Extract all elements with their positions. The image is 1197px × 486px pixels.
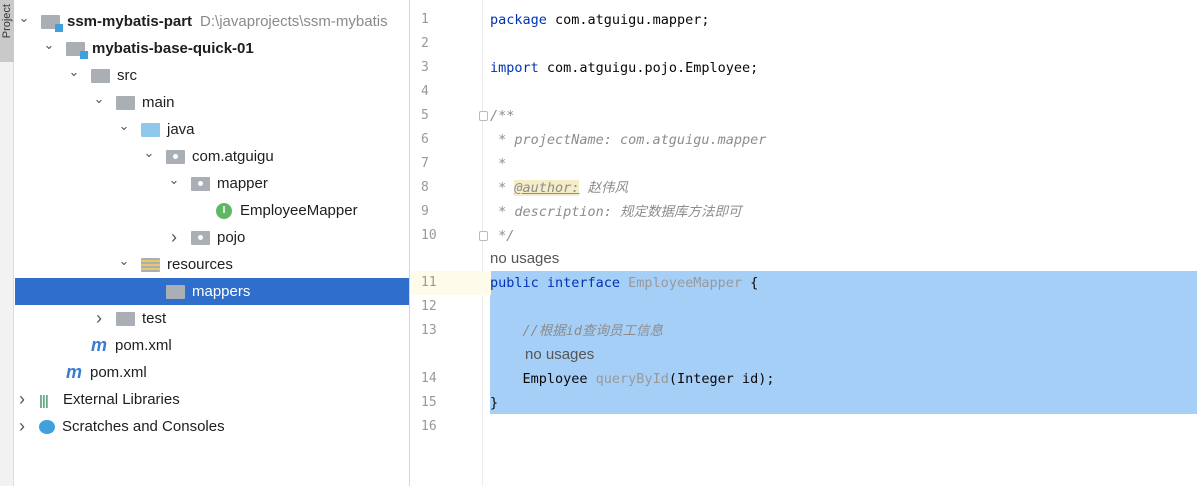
folder-icon (166, 284, 185, 299)
module-folder-icon (66, 41, 88, 59)
tree-item-label: mapper (217, 175, 268, 192)
scratches-icon (39, 419, 55, 434)
line-number: 11 (421, 275, 437, 290)
project-tree: ⌄ ssm-mybatis-part D:\javaprojects\ssm-myb… (15, 0, 410, 486)
code-line: /** (490, 108, 515, 124)
tree-item[interactable]: ⌄ src (15, 62, 409, 89)
line-number: 10 (421, 228, 437, 243)
tree-item-label: Scratches and Consoles (62, 418, 225, 435)
tree-item-label: src (117, 67, 137, 84)
chevron-down-icon[interactable]: ⌄ (167, 172, 181, 188)
resources-folder-icon (141, 257, 160, 272)
tree-item-label: External Libraries (63, 391, 180, 408)
tree-item-label: mybatis-base-quick-01 (92, 40, 254, 57)
chevron-down-icon[interactable]: ⌄ (17, 10, 31, 26)
code-line: Employee queryById(Integer id); (490, 371, 775, 387)
line-number: 14 (421, 371, 437, 386)
usages-hint[interactable]: no usages (490, 343, 1197, 367)
tree-item-label: mappers (192, 283, 251, 300)
tree-item[interactable]: m pom.xml (15, 332, 409, 359)
chevron-down-icon[interactable]: ⌄ (67, 64, 81, 80)
code-editor[interactable]: 1 2 3 4 5 6 7 8 9 10 11 12 13 14 15 16 package com.atgu… (411, 0, 1197, 486)
chevron-down-icon[interactable]: ⌄ (142, 145, 156, 161)
tree-item[interactable]: ⌄ main (15, 89, 409, 116)
line-number: 13 (421, 323, 437, 338)
tree-item[interactable]: › test (15, 305, 409, 332)
interface-icon: I (216, 202, 232, 219)
code-line: public interface EmployeeMapper { (490, 275, 759, 291)
source-folder-icon (141, 122, 160, 137)
tree-item-label: ssm-mybatis-part (67, 13, 193, 30)
code-line: * projectName: com.atguigu.mapper (490, 132, 767, 148)
package-icon (191, 176, 210, 191)
line-number: 9 (421, 204, 429, 219)
project-tool-tab[interactable]: Project (0, 0, 14, 62)
fold-icon[interactable] (479, 231, 488, 241)
package-icon (166, 149, 185, 164)
code-line: import com.atguigu.pojo.Employee; (490, 60, 759, 76)
line-number: 8 (421, 180, 429, 195)
tree-item[interactable]: ⌄ resources (15, 251, 409, 278)
chevron-down-icon[interactable]: ⌄ (117, 253, 131, 269)
folder-icon (116, 311, 135, 326)
tree-item[interactable]: ⌄ mapper (15, 170, 409, 197)
chevron-down-icon[interactable]: ⌄ (42, 37, 56, 53)
code-line: * @author: 赵伟风 (490, 180, 629, 196)
code-line: package com.atguigu.mapper; (490, 12, 710, 28)
tree-item-label: pom.xml (115, 337, 172, 354)
line-number: 16 (421, 419, 437, 434)
code-line: } (490, 395, 499, 411)
tree-item[interactable]: › Scratches and Consoles (15, 413, 409, 440)
line-number: 7 (421, 156, 429, 171)
tree-item[interactable]: › pojo (15, 224, 409, 251)
code-line: * description: 规定数据库方法即可 (490, 204, 742, 220)
tree-item-label: pom.xml (90, 364, 147, 381)
folder-icon (116, 95, 135, 110)
chevron-right-icon[interactable]: › (15, 416, 29, 437)
tree-item-label: java (167, 121, 195, 138)
maven-icon: m (91, 335, 108, 355)
chevron-right-icon[interactable]: › (167, 227, 181, 248)
tree-item[interactable]: ⌄ ssm-mybatis-part D:\javaprojects\ssm-myb… (15, 8, 409, 35)
line-number: 3 (421, 60, 429, 75)
tree-item[interactable]: I EmployeeMapper (15, 197, 409, 224)
line-number: 6 (421, 132, 429, 147)
line-gutter: 1 2 3 4 5 6 7 8 9 10 11 12 13 14 15 16 (411, 0, 483, 486)
tree-item-label: pojo (217, 229, 246, 246)
tree-item[interactable]: › ||| External Libraries (15, 386, 409, 413)
line-number: 4 (421, 84, 429, 99)
tree-item-label: EmployeeMapper (240, 202, 358, 219)
line-number: 2 (421, 36, 429, 51)
tool-window-strip: Project (0, 0, 14, 486)
tree-item-label: resources (167, 256, 233, 273)
libraries-icon: ||| (39, 391, 49, 408)
tree-item[interactable]: ⌄ com.atguigu (15, 143, 409, 170)
code-line: */ (490, 228, 515, 244)
tree-item[interactable]: mappers (15, 278, 409, 305)
chevron-down-icon[interactable]: ⌄ (92, 91, 106, 107)
tree-item[interactable]: m pom.xml (15, 359, 409, 386)
tree-item-label: com.atguigu (192, 148, 274, 165)
tree-item[interactable]: ⌄ java (15, 116, 409, 143)
maven-icon: m (66, 362, 83, 382)
chevron-down-icon[interactable]: ⌄ (117, 118, 131, 134)
line-number: 5 (421, 108, 429, 123)
line-number: 12 (421, 299, 437, 314)
code-line: //根据id查询员工信息 (490, 323, 664, 339)
module-folder-icon (41, 14, 63, 32)
tree-item[interactable]: ⌄ mybatis-base-quick-01 (15, 35, 409, 62)
line-number: 15 (421, 395, 437, 410)
folder-icon (91, 68, 110, 83)
tree-item-label: test (142, 310, 167, 327)
tree-item-label: main (142, 94, 175, 111)
chevron-right-icon[interactable]: › (92, 308, 106, 329)
project-path: D:\javaprojects\ssm-mybatis (200, 13, 388, 30)
chevron-right-icon[interactable]: › (15, 389, 29, 410)
package-icon (191, 230, 210, 245)
fold-icon[interactable] (479, 111, 488, 121)
code-line: * (490, 156, 507, 172)
line-number: 1 (421, 12, 429, 27)
usages-hint[interactable]: no usages (490, 247, 1197, 271)
